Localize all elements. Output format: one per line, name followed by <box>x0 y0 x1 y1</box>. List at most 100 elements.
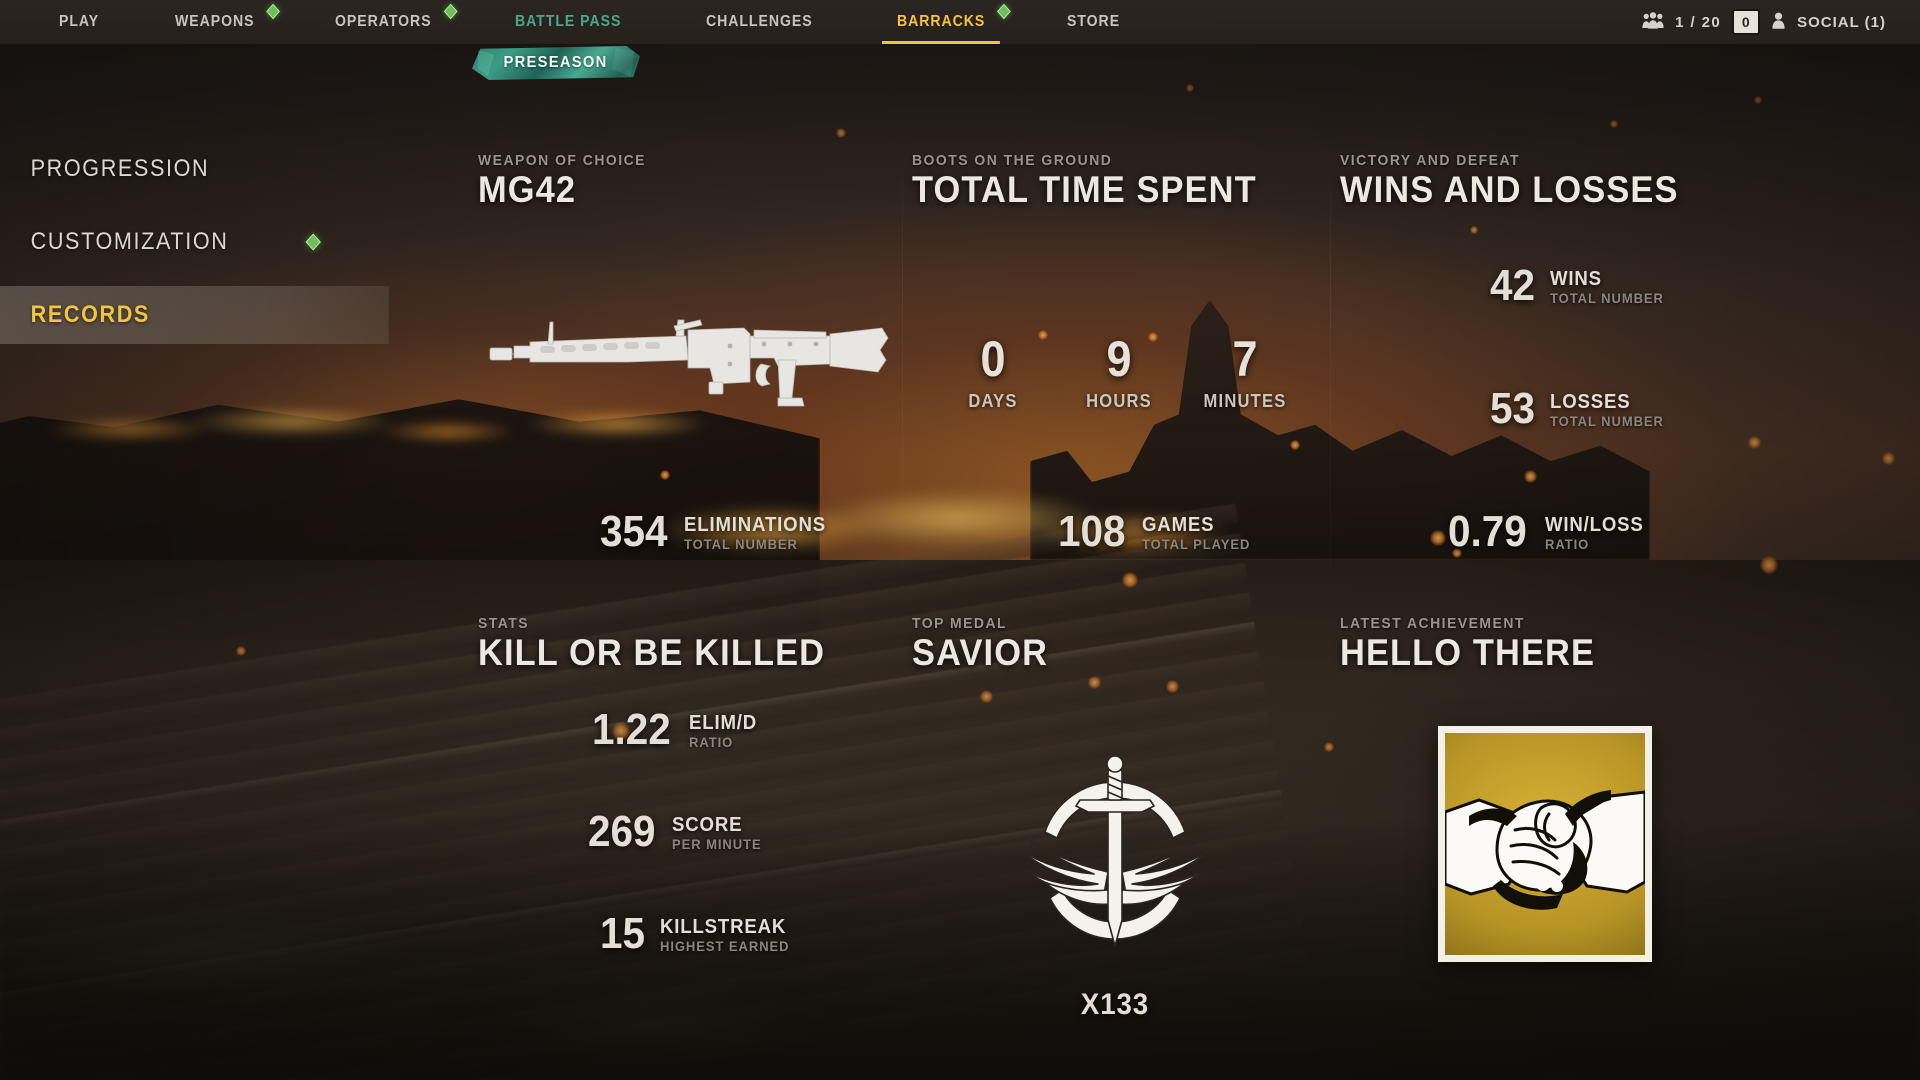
nav-active-underline <box>881 41 1001 44</box>
time-unit-label: DAYS <box>968 391 1018 411</box>
nav-item-store[interactable]: STORE <box>1052 0 1135 44</box>
barracks-sidebar: PROGRESSION CUSTOMIZATION RECORDS <box>0 140 440 359</box>
nav-item-label: PLAY <box>58 13 100 30</box>
nav-item-label: STORE <box>1067 13 1121 30</box>
time-unit-label: MINUTES <box>1203 391 1287 411</box>
nav-item-play[interactable]: PLAY <box>44 0 114 44</box>
new-content-diamond-icon <box>443 3 458 20</box>
win-loss-label: WIN/LOSS <box>1544 514 1644 536</box>
barracks-records-screen: PLAY WEAPONS OPERATORS BATTLE PASS CHALLENGE… <box>0 0 1920 1080</box>
top-nav-items: PLAY WEAPONS OPERATORS BATTLE PASS CHALLENGE… <box>44 0 1183 44</box>
time-unit-label: HOURS <box>1086 391 1152 411</box>
sidebar-item-label: RECORDS <box>30 301 150 328</box>
sidebar-item-label: CUSTOMIZATION <box>30 228 229 255</box>
time-unit-hours: 9 HOURS <box>1056 334 1182 412</box>
top-nav-status-cluster: 1 / 20 0 SOCIAL (1) <box>1642 0 1886 44</box>
handshake-achievement-icon <box>1445 733 1645 955</box>
preseason-badge: PRESEASON <box>472 46 640 80</box>
games-sublabel: TOTAL PLAYED <box>1142 536 1251 552</box>
wins-label: WINS <box>1549 268 1602 290</box>
losses-sublabel: TOTAL NUMBER <box>1549 413 1664 429</box>
stat-row-killstreak: 15 KILLSTREAK HIGHEST EARNED <box>600 909 799 958</box>
stat-row-label: KILLSTREAK <box>659 916 787 938</box>
nav-item-challenges[interactable]: CHALLENGES <box>691 0 828 44</box>
win-loss-sublabel: RATIO <box>1544 536 1589 552</box>
win-loss-ratio-stat: 0.79 WIN/LOSS RATIO <box>1448 507 1651 556</box>
nav-item-label: BARRACKS <box>896 13 986 30</box>
stat-row-sublabel: PER MINUTE <box>672 836 763 852</box>
winged-sword-medal-icon <box>990 740 1240 970</box>
stat-row-sublabel: HIGHEST EARNED <box>659 938 790 954</box>
eliminations-label: ELIMINATIONS <box>684 514 827 536</box>
eliminations-value: 354 <box>600 507 668 556</box>
games-label: GAMES <box>1142 514 1215 536</box>
mg42-weapon-icon <box>478 298 898 418</box>
wins-stat: 42 WINS TOTAL NUMBER <box>1490 261 1672 310</box>
stats-eyebrow: STATS <box>478 615 530 632</box>
games-value: 108 <box>1058 507 1126 556</box>
stat-row-label: ELIM/D <box>688 712 757 734</box>
stat-row-label: SCORE <box>672 814 743 836</box>
sidebar-item-records[interactable]: RECORDS <box>0 286 389 344</box>
stat-row-sublabel: RATIO <box>688 734 733 750</box>
victory-defeat-eyebrow: VICTORY AND DEFEAT <box>1340 152 1520 169</box>
weapon-of-choice-headline: MG42 <box>478 169 577 210</box>
time-unit-value: 7 <box>1232 331 1258 387</box>
new-content-diamond-icon <box>305 233 321 251</box>
stat-row-elim-d: 1.22 ELIM/D RATIO <box>592 705 762 754</box>
wins-value: 42 <box>1490 261 1536 310</box>
stats-headline: KILL OR BE KILLED <box>478 632 826 673</box>
nav-item-battle-pass[interactable]: BATTLE PASS <box>500 0 636 44</box>
sidebar-item-label: PROGRESSION <box>30 155 210 182</box>
time-spent-block: BOOTS ON THE GROUND TOTAL TIME SPENT <box>912 152 1283 209</box>
time-unit-value: 0 <box>980 331 1006 387</box>
stat-row-value: 15 <box>600 909 646 958</box>
achievement-tile[interactable] <box>1438 726 1652 962</box>
losses-label: LOSSES <box>1549 391 1631 413</box>
victory-defeat-headline: WINS AND LOSSES <box>1340 169 1679 210</box>
nav-item-barracks[interactable]: BARRACKS <box>881 0 1011 44</box>
stat-row-value: 1.22 <box>592 705 671 754</box>
eliminations-stat: 354 ELIMINATIONS TOTAL NUMBER <box>600 507 837 556</box>
weapon-of-choice-eyebrow: WEAPON OF CHOICE <box>478 152 646 169</box>
time-unit-days: 0 DAYS <box>930 334 1056 412</box>
nav-item-label: BATTLE PASS <box>514 13 622 30</box>
latest-achievement-headline: HELLO THERE <box>1340 632 1596 673</box>
games-stat: 108 GAMES TOTAL PLAYED <box>1058 507 1259 556</box>
nav-item-operators[interactable]: OPERATORS <box>320 0 458 44</box>
time-spent-headline: TOTAL TIME SPENT <box>912 169 1257 210</box>
preseason-label: PRESEASON <box>503 54 609 71</box>
column-divider <box>1330 150 1331 570</box>
new-content-diamond-icon <box>266 3 280 20</box>
win-loss-value: 0.79 <box>1448 507 1527 556</box>
eliminations-sublabel: TOTAL NUMBER <box>684 536 799 552</box>
time-unit-minutes: 7 MINUTES <box>1182 334 1308 412</box>
new-content-diamond-icon <box>997 3 1011 20</box>
victory-defeat-block: VICTORY AND DEFEAT WINS AND LOSSES <box>1340 152 1704 209</box>
losses-stat: 53 LOSSES TOTAL NUMBER <box>1490 384 1672 433</box>
party-members-icon <box>1642 11 1664 33</box>
currency-balance[interactable]: 0 <box>1732 9 1761 35</box>
sidebar-item-progression[interactable]: PROGRESSION <box>0 140 396 198</box>
social-button-label[interactable]: SOCIAL (1) <box>1797 14 1886 31</box>
party-count-label: 1 / 20 <box>1675 13 1722 31</box>
time-unit-value: 9 <box>1106 331 1132 387</box>
time-spent-eyebrow: BOOTS ON THE GROUND <box>912 152 1113 169</box>
losses-value: 53 <box>1490 384 1536 433</box>
social-person-icon <box>1771 12 1786 33</box>
top-medal-block: TOP MEDAL SAVIOR <box>912 615 1058 672</box>
stat-row-score: 269 SCORE PER MINUTE <box>588 807 769 856</box>
nav-item-label: CHALLENGES <box>705 13 813 30</box>
top-medal-headline: SAVIOR <box>912 632 1049 673</box>
wins-sublabel: TOTAL NUMBER <box>1549 290 1664 306</box>
column-divider <box>902 150 903 570</box>
top-navigation-bar: PLAY WEAPONS OPERATORS BATTLE PASS CHALLENGE… <box>0 0 1920 44</box>
stat-row-value: 269 <box>588 807 656 856</box>
time-spent-units: 0 DAYS 9 HOURS 7 MINUTES <box>930 334 1308 412</box>
sidebar-item-customization[interactable]: CUSTOMIZATION <box>0 213 396 271</box>
latest-achievement-eyebrow: LATEST ACHIEVEMENT <box>1340 615 1525 632</box>
nav-item-label: WEAPONS <box>174 13 255 30</box>
nav-item-weapons[interactable]: WEAPONS <box>160 0 280 44</box>
weapon-of-choice-block: WEAPON OF CHOICE MG42 <box>478 152 659 209</box>
top-medal-eyebrow: TOP MEDAL <box>912 615 1008 632</box>
